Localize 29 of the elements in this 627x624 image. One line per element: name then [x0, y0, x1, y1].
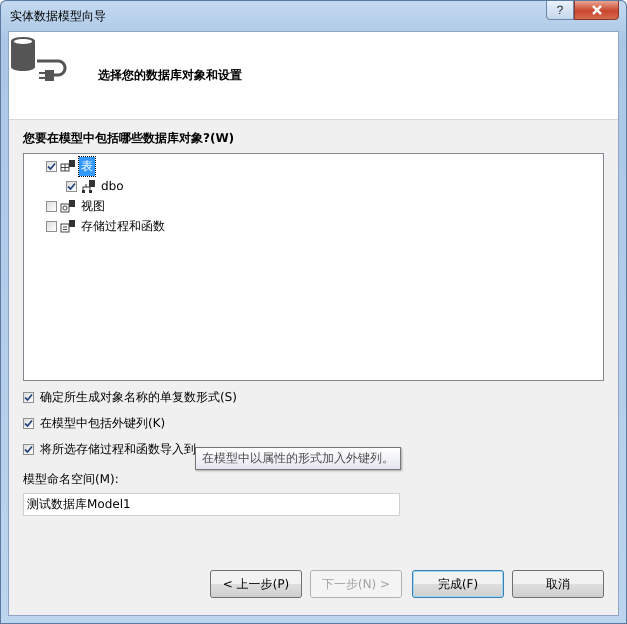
tooltip: 在模型中以属性的形式加入外键列。: [195, 447, 401, 470]
checkbox[interactable]: [46, 200, 57, 212]
tree-item[interactable]: 视图: [79, 196, 107, 216]
tree-item[interactable]: dbo: [99, 178, 126, 194]
checkbox[interactable]: [66, 180, 77, 192]
checkbox[interactable]: [23, 418, 34, 428]
checkbox[interactable]: [46, 160, 57, 172]
help-button[interactable]: ?: [546, 1, 574, 20]
tree-label: 您要在模型中包括哪些数据库对象?(W): [23, 130, 236, 147]
window-title: 实体数据模型向导: [9, 8, 106, 24]
wizard-button[interactable]: 完成(F): [412, 570, 504, 598]
checkbox-label[interactable]: 确定所生成对象名称的单复数形式(S): [40, 388, 237, 406]
table-icon: [60, 159, 76, 173]
namespace-label: 模型命名空间(M):: [23, 471, 120, 488]
hierarchy-icon: [80, 179, 96, 193]
checkbox-label[interactable]: 在模型中包括外键列(K): [40, 414, 166, 432]
checkbox[interactable]: [23, 392, 34, 402]
close-button[interactable]: [574, 1, 619, 20]
checkbox[interactable]: [46, 220, 57, 232]
namespace-field[interactable]: 测试数据库Model1: [23, 493, 400, 516]
checkbox[interactable]: [23, 444, 34, 454]
close-icon: [590, 5, 602, 15]
wizard-button[interactable]: < 上一步(P): [210, 570, 302, 598]
procedure-icon: [60, 219, 76, 233]
view-icon: [60, 199, 76, 213]
checkbox-label[interactable]: 将所选存储过程和函数导入到: [40, 440, 196, 458]
page-heading: 选择您的数据库对象和设置: [98, 67, 242, 84]
wizard-button[interactable]: 取消: [512, 570, 604, 598]
tree-item[interactable]: 存储过程和函数: [79, 216, 167, 236]
